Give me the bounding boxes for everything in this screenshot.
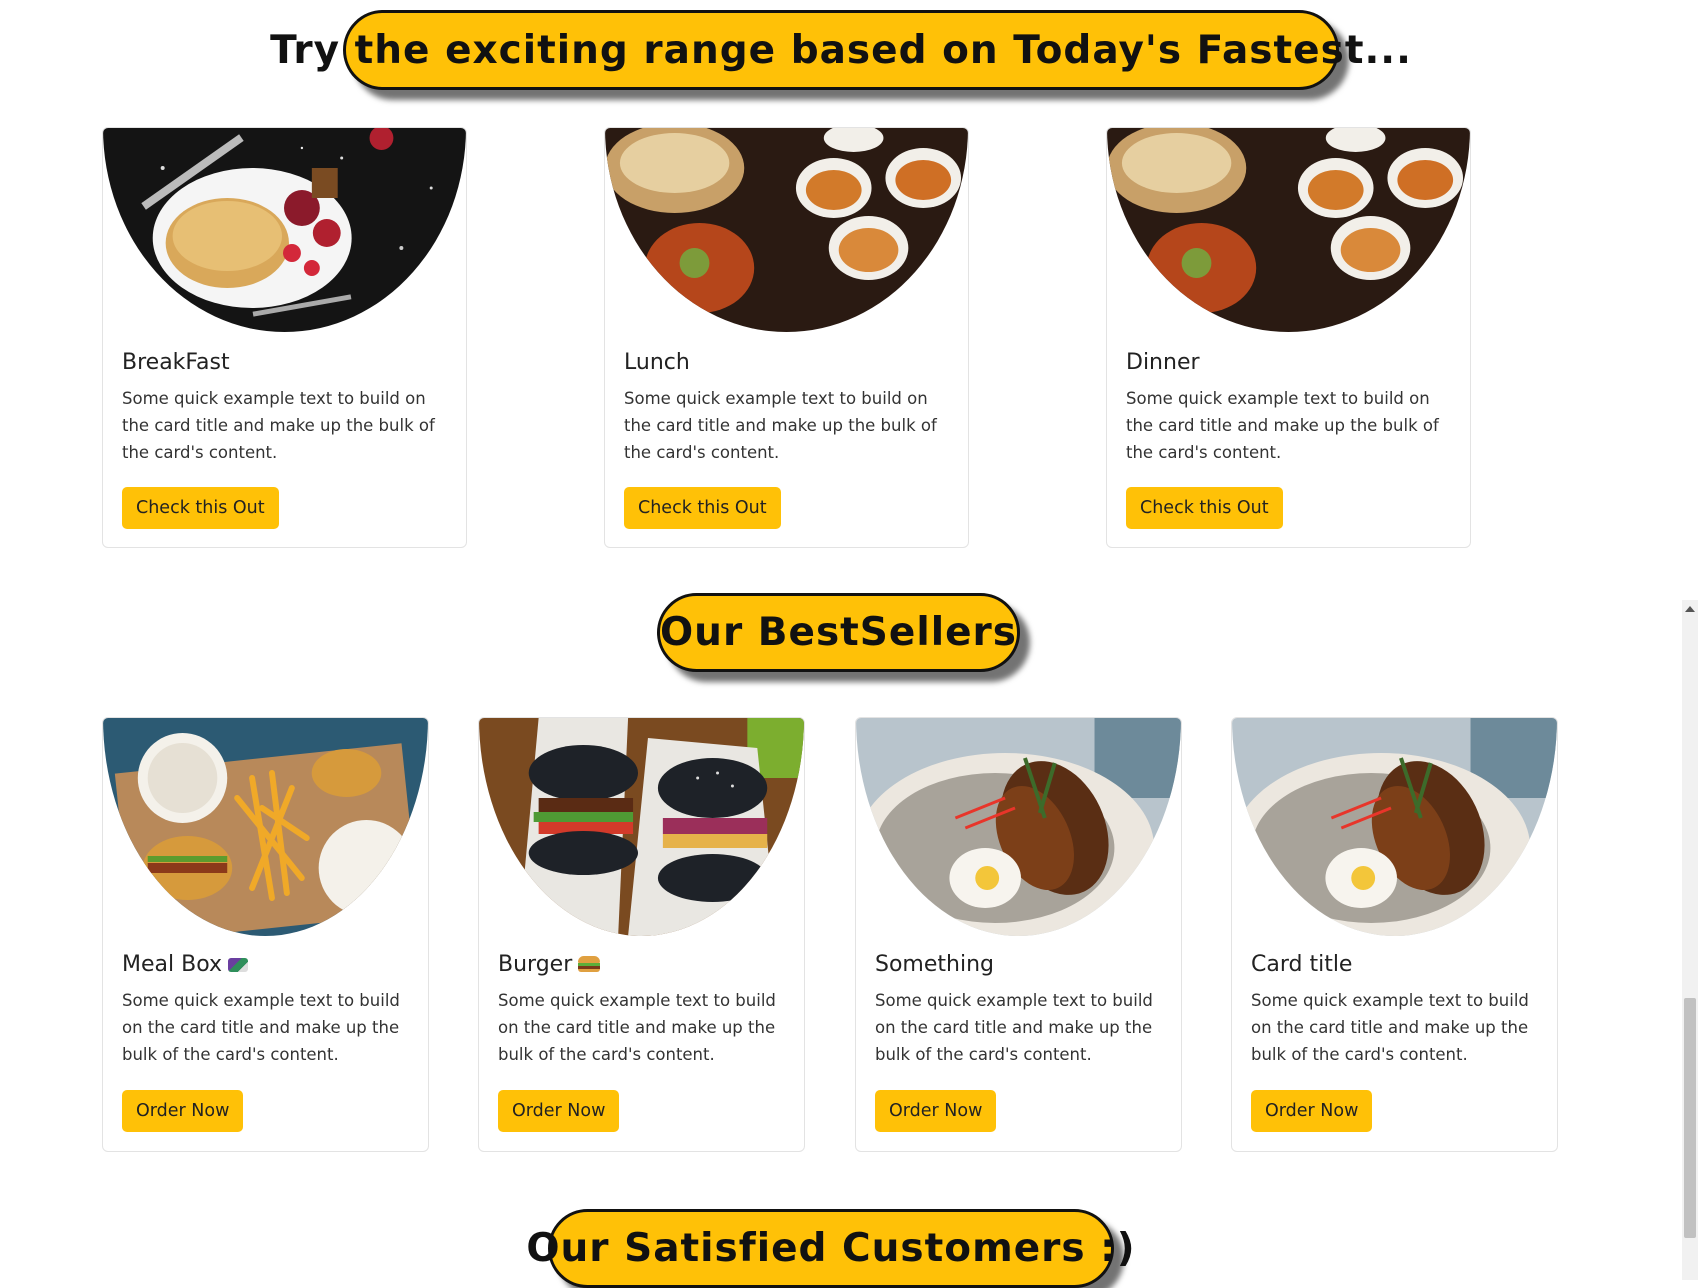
order-now-button[interactable]: Order Now	[1251, 1090, 1373, 1132]
scrollbar-thumb[interactable]	[1684, 998, 1696, 1238]
vertical-scrollbar[interactable]	[1682, 600, 1698, 1280]
meal-card-breakfast: BreakFast Some quick example text to bui…	[102, 127, 467, 548]
card-title: Something	[875, 952, 994, 977]
card-text: Some quick example text to build on the …	[498, 991, 776, 1064]
check-this-out-button[interactable]: Check this Out	[1126, 487, 1283, 529]
card-title: Burger	[498, 952, 601, 977]
card-title: Meal Box	[122, 952, 248, 977]
card-title: BreakFast	[122, 350, 230, 375]
bestseller-card-burger: Burger Some quick example text to build …	[478, 717, 805, 1152]
bestseller-card-something: Something Some quick example text to bui…	[855, 717, 1182, 1152]
card-title-image	[1232, 718, 1557, 936]
card-text: Some quick example text to build on the …	[122, 389, 435, 462]
lunch-image	[605, 128, 968, 332]
something-image	[856, 718, 1181, 936]
section-heading-bestsellers: Our BestSellers	[657, 593, 1020, 672]
bestseller-card-meal-box: Meal Box Some quick example text to buil…	[102, 717, 429, 1152]
breakfast-image	[103, 128, 466, 332]
card-title-text: Meal Box	[122, 952, 222, 977]
meal-box-image	[103, 718, 428, 936]
card-text: Some quick example text to build on the …	[875, 991, 1153, 1064]
card-text: Some quick example text to build on the …	[1126, 389, 1439, 462]
scroll-up-arrow-icon[interactable]	[1685, 606, 1695, 612]
meal-card-lunch: Lunch Some quick example text to build o…	[604, 127, 969, 548]
order-now-button[interactable]: Order Now	[498, 1090, 620, 1132]
card-text: Some quick example text to build on the …	[122, 991, 400, 1064]
section-heading-fastest: Try the exciting range based on Today's …	[270, 10, 1411, 90]
card-text: Some quick example text to build on the …	[624, 389, 937, 462]
check-this-out-button[interactable]: Check this Out	[122, 487, 279, 529]
hamburger-icon	[578, 956, 601, 972]
card-title: Card title	[1251, 952, 1353, 977]
dinner-image	[1107, 128, 1470, 332]
meal-card-dinner: Dinner Some quick example text to build …	[1106, 127, 1471, 548]
bestseller-card-card-title: Card title Some quick example text to bu…	[1231, 717, 1558, 1152]
card-title: Dinner	[1126, 350, 1200, 375]
card-title-text: Burger	[498, 952, 573, 977]
card-text: Some quick example text to build on the …	[1251, 991, 1529, 1064]
section-heading-customers: Our Satisfied Customers :)	[526, 1209, 1135, 1288]
order-now-button[interactable]: Order Now	[875, 1090, 997, 1132]
order-now-button[interactable]: Order Now	[122, 1090, 244, 1132]
burger-image	[479, 718, 804, 936]
bento-box-icon	[228, 958, 248, 972]
card-title: Lunch	[624, 350, 690, 375]
check-this-out-button[interactable]: Check this Out	[624, 487, 781, 529]
